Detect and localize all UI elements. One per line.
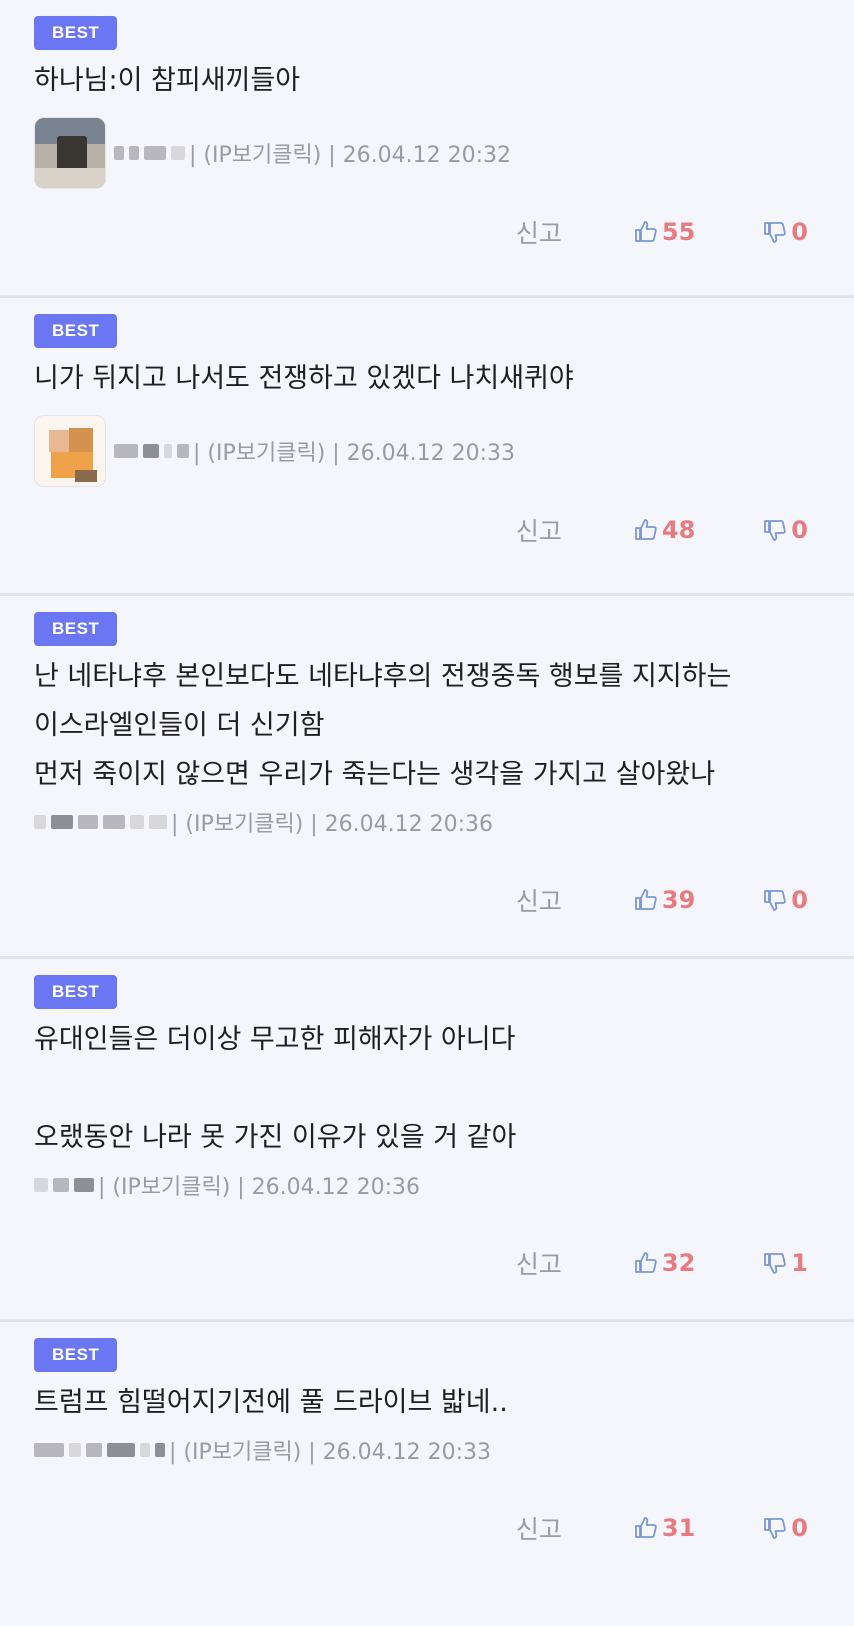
best-badge: BEST bbox=[34, 314, 118, 348]
like-count: 48 bbox=[661, 516, 696, 544]
thumbs-down-icon bbox=[764, 520, 787, 541]
thumbs-up-icon bbox=[634, 1252, 657, 1273]
thumbs-down-icon bbox=[764, 222, 787, 243]
comment-body: 트럼프 힘떨어지기전에 풀 드라이브 밟네.. bbox=[34, 1378, 820, 1427]
comment-item: BEST 난 네타냐후 본인보다도 네타냐후의 전쟁중독 행보를 지지하는 이스… bbox=[0, 596, 854, 959]
thumbs-up-icon bbox=[634, 519, 657, 540]
comment-text-line: 먼저 죽이지 않으면 우리가 죽는다는 생각을 가지고 살아왔나 bbox=[34, 759, 716, 790]
comment-actions: 신고 39 0 bbox=[34, 881, 820, 919]
nickname-blurred[interactable] bbox=[34, 1178, 94, 1192]
comment-item: BEST 트럼프 힘떨어지기전에 풀 드라이브 밟네.. | (IP보기클릭) … bbox=[0, 1322, 854, 1547]
thumbs-down-icon bbox=[764, 1253, 787, 1274]
comment-meta: | (IP보기클릭) | 26.04.12 20:33 bbox=[34, 413, 820, 489]
comment-text-line: 오랬동안 나라 못 가진 이유가 있을 거 같아 bbox=[34, 1122, 517, 1153]
report-button[interactable]: 신고 bbox=[516, 214, 562, 250]
comment-meta-text: | (IP보기클릭) | 26.04.12 20:32 bbox=[189, 143, 512, 168]
dislike-button[interactable]: 0 bbox=[763, 218, 808, 246]
avatar[interactable] bbox=[34, 117, 106, 189]
like-button[interactable]: 55 bbox=[634, 218, 695, 246]
avatar[interactable] bbox=[34, 415, 106, 487]
comment-meta: | (IP보기클릭) | 26.04.12 20:33 bbox=[34, 1433, 820, 1467]
report-button[interactable]: 신고 bbox=[516, 882, 562, 918]
thumbs-down-icon bbox=[764, 1518, 787, 1539]
comment-item: BEST 니가 뒤지고 나서도 전쟁하고 있겠다 나치새퀴야 | (IP보기클릭… bbox=[0, 298, 854, 596]
dislike-button[interactable]: 0 bbox=[763, 1514, 808, 1542]
comment-item: BEST 하나님:이 참피새끼들아 | (IP보기클릭) | 26.04.12 … bbox=[0, 0, 854, 298]
comment-text-line: 유대인들은 더이상 무고한 피해자가 아니다 bbox=[34, 1024, 516, 1055]
comment-meta-text: | (IP보기클릭) | 26.04.12 20:36 bbox=[171, 812, 494, 837]
dislike-button[interactable]: 1 bbox=[763, 1249, 808, 1277]
best-badge: BEST bbox=[34, 975, 118, 1009]
report-button[interactable]: 신고 bbox=[516, 1245, 562, 1281]
dislike-button[interactable]: 0 bbox=[763, 516, 808, 544]
thumbs-up-icon bbox=[634, 889, 657, 910]
nickname-blurred[interactable] bbox=[114, 444, 189, 458]
comment-meta-text: | (IP보기클릭) | 26.04.12 20:33 bbox=[169, 1440, 492, 1465]
comment-meta-text: | (IP보기클릭) | 26.04.12 20:36 bbox=[98, 1175, 421, 1200]
like-button[interactable]: 31 bbox=[634, 1514, 695, 1542]
like-button[interactable]: 48 bbox=[634, 516, 695, 544]
comment-meta-text: | (IP보기클릭) | 26.04.12 20:33 bbox=[193, 441, 516, 466]
best-badge: BEST bbox=[34, 612, 118, 646]
comment-actions: 신고 32 1 bbox=[34, 1244, 820, 1282]
comment-list: BEST 하나님:이 참피새끼들아 | (IP보기클릭) | 26.04.12 … bbox=[0, 0, 854, 1547]
comment-body: 니가 뒤지고 나서도 전쟁하고 있겠다 나치새퀴야 bbox=[34, 354, 820, 403]
comment-text-line: 이스라엘인들이 더 신기함 bbox=[34, 710, 325, 741]
comment-actions: 신고 48 0 bbox=[34, 511, 820, 549]
comment-text-line bbox=[34, 1064, 820, 1113]
dislike-count: 0 bbox=[791, 886, 808, 914]
comment-body: 난 네타냐후 본인보다도 네타냐후의 전쟁중독 행보를 지지하는 이스라엘인들이… bbox=[34, 652, 820, 799]
comment-meta: | (IP보기클릭) | 26.04.12 20:36 bbox=[34, 805, 820, 839]
like-button[interactable]: 39 bbox=[634, 886, 695, 914]
like-count: 32 bbox=[661, 1249, 696, 1277]
like-count: 55 bbox=[661, 218, 696, 246]
like-count: 31 bbox=[661, 1514, 696, 1542]
best-badge: BEST bbox=[34, 1338, 118, 1372]
best-badge: BEST bbox=[34, 16, 118, 50]
thumbs-down-icon bbox=[764, 890, 787, 911]
comment-item: BEST 유대인들은 더이상 무고한 피해자가 아니다 오랬동안 나라 못 가진… bbox=[0, 959, 854, 1322]
comment-meta: | (IP보기클릭) | 26.04.12 20:32 bbox=[34, 115, 820, 191]
report-button[interactable]: 신고 bbox=[516, 512, 562, 548]
comment-actions: 신고 55 0 bbox=[34, 213, 820, 251]
dislike-count: 1 bbox=[791, 1249, 808, 1277]
comment-meta: | (IP보기클릭) | 26.04.12 20:36 bbox=[34, 1168, 820, 1202]
dislike-button[interactable]: 0 bbox=[763, 886, 808, 914]
dislike-count: 0 bbox=[791, 218, 808, 246]
comment-body: 하나님:이 참피새끼들아 bbox=[34, 56, 820, 105]
report-button[interactable]: 신고 bbox=[516, 1510, 562, 1546]
thumbs-up-icon bbox=[634, 221, 657, 242]
like-count: 39 bbox=[661, 886, 696, 914]
thumbs-up-icon bbox=[634, 1517, 657, 1538]
comment-text-line: 하나님:이 참피새끼들아 bbox=[34, 65, 301, 96]
dislike-count: 0 bbox=[791, 1514, 808, 1542]
nickname-blurred[interactable] bbox=[34, 1443, 165, 1457]
nickname-blurred[interactable] bbox=[34, 815, 167, 829]
nickname-blurred[interactable] bbox=[114, 146, 185, 160]
dislike-count: 0 bbox=[791, 516, 808, 544]
comment-text-line: 난 네타냐후 본인보다도 네타냐후의 전쟁중독 행보를 지지하는 bbox=[34, 661, 732, 692]
comment-text-line: 트럼프 힘떨어지기전에 풀 드라이브 밟네.. bbox=[34, 1387, 508, 1418]
comment-actions: 신고 31 0 bbox=[34, 1509, 820, 1547]
comment-body: 유대인들은 더이상 무고한 피해자가 아니다 오랬동안 나라 못 가진 이유가 … bbox=[34, 1015, 820, 1162]
comment-text-line: 니가 뒤지고 나서도 전쟁하고 있겠다 나치새퀴야 bbox=[34, 363, 574, 394]
like-button[interactable]: 32 bbox=[634, 1249, 695, 1277]
